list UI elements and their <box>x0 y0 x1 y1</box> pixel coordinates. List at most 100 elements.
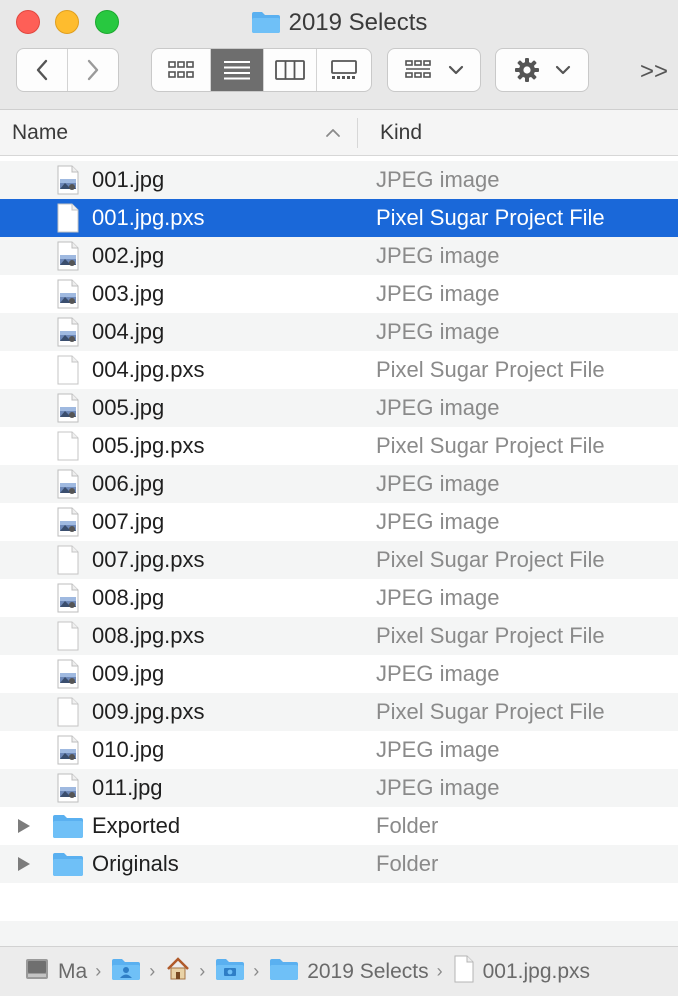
back-button[interactable] <box>17 49 68 91</box>
column-view-button[interactable] <box>264 49 317 91</box>
list-view-button[interactable] <box>211 49 264 91</box>
file-name: 004.jpg <box>92 319 165 344</box>
row-icon <box>56 203 80 233</box>
gear-icon <box>515 58 539 82</box>
finder-window: 2019 Selects >> Name Kind 001.jpg JPEG i… <box>0 0 678 996</box>
folder-icon <box>251 10 281 43</box>
window-title: 2019 Selects <box>0 7 678 39</box>
file-name: 002.jpg <box>92 243 165 268</box>
file-kind: Folder <box>376 851 439 876</box>
path-segment[interactable] <box>215 957 245 987</box>
jpeg-file-icon <box>57 583 79 613</box>
path-segment[interactable]: 2019 Selects <box>269 957 429 987</box>
path-segment-label: Ma <box>58 959 88 983</box>
chevron-left-icon <box>36 59 48 81</box>
folder-icon <box>53 853 83 876</box>
row-icon <box>56 621 80 651</box>
file-row[interactable]: 007.jpg.pxs Pixel Sugar Project File <box>0 541 678 579</box>
chevron-right-icon <box>87 59 99 81</box>
path-segment[interactable] <box>111 957 141 987</box>
file-row[interactable]: 002.jpg JPEG image <box>0 237 678 275</box>
row-icon <box>56 279 80 309</box>
file-kind: Pixel Sugar Project File <box>376 433 605 458</box>
file-name: 005.jpg.pxs <box>92 433 205 458</box>
file-row[interactable]: 011.jpg JPEG image <box>0 769 678 807</box>
jpeg-file-icon <box>57 279 79 309</box>
file-name: 004.jpg.pxs <box>92 357 205 382</box>
path-segment-label: 001.jpg.pxs <box>482 959 591 983</box>
list-header: Name Kind <box>0 110 678 156</box>
forward-button[interactable] <box>68 49 118 91</box>
file-kind: Pixel Sugar Project File <box>376 357 605 382</box>
file-name: Originals <box>92 851 179 876</box>
pictures-folder-icon <box>215 957 245 987</box>
path-segment[interactable] <box>165 956 191 988</box>
file-row[interactable]: 005.jpg JPEG image <box>0 389 678 427</box>
file-row[interactable]: 004.jpg.pxs Pixel Sugar Project File <box>0 351 678 389</box>
jpeg-file-icon <box>57 507 79 537</box>
folder-row[interactable]: Exported Folder <box>0 807 678 845</box>
file-row[interactable]: 008.jpg JPEG image <box>0 579 678 617</box>
file-name: 008.jpg.pxs <box>92 623 205 648</box>
row-icon <box>56 545 80 575</box>
file-row[interactable]: 010.jpg JPEG image <box>0 731 678 769</box>
chevron-down-icon <box>448 65 464 75</box>
row-icon <box>56 393 80 423</box>
row-icon <box>56 317 80 347</box>
file-row[interactable]: 009.jpg JPEG image <box>0 655 678 693</box>
file-name: 003.jpg <box>92 281 165 306</box>
file-row[interactable]: 001.jpg.pxs Pixel Sugar Project File <box>0 199 678 237</box>
document-icon <box>57 431 79 461</box>
file-kind: JPEG image <box>376 509 500 534</box>
file-name: 008.jpg <box>92 585 165 610</box>
path-segment[interactable]: Ma <box>24 956 87 988</box>
disclosure-triangle-icon[interactable] <box>18 819 30 833</box>
path-segment[interactable]: 001.jpg.pxs <box>453 955 590 989</box>
file-kind: JPEG image <box>376 319 500 344</box>
column-header-kind[interactable]: Kind <box>380 121 422 145</box>
file-name: 009.jpg.pxs <box>92 699 205 724</box>
list-view-icon <box>224 61 250 80</box>
path-separator-icon: › <box>149 961 156 981</box>
file-row[interactable]: 006.jpg JPEG image <box>0 465 678 503</box>
file-row[interactable]: 005.jpg.pxs Pixel Sugar Project File <box>0 427 678 465</box>
hard-drive-icon <box>24 956 50 988</box>
icon-view-button[interactable] <box>152 49 211 91</box>
file-name: 001.jpg.pxs <box>92 205 205 230</box>
file-row[interactable]: 004.jpg JPEG image <box>0 313 678 351</box>
column-divider[interactable] <box>357 118 358 148</box>
toolbar-overflow-button[interactable]: >> <box>640 58 668 86</box>
file-row[interactable]: 007.jpg JPEG image <box>0 503 678 541</box>
row-icon <box>56 241 80 271</box>
file-row[interactable]: 008.jpg.pxs Pixel Sugar Project File <box>0 617 678 655</box>
row-icon <box>52 851 84 882</box>
group-by-button[interactable] <box>387 48 481 92</box>
view-mode-selector <box>151 48 372 92</box>
row-icon <box>56 697 80 727</box>
gallery-view-button[interactable] <box>317 49 371 91</box>
file-kind: JPEG image <box>376 243 500 268</box>
column-view-icon <box>275 60 305 80</box>
gallery-view-icon <box>331 60 357 79</box>
column-header-name[interactable]: Name <box>12 121 68 145</box>
file-row[interactable]: 003.jpg JPEG image <box>0 275 678 313</box>
action-menu-button[interactable] <box>495 48 589 92</box>
chevron-down-icon <box>555 65 571 75</box>
file-name: 006.jpg <box>92 471 165 496</box>
file-kind: Pixel Sugar Project File <box>376 547 605 572</box>
folder-row[interactable]: Originals Folder <box>0 845 678 883</box>
file-name: 007.jpg.pxs <box>92 547 205 572</box>
file-row[interactable]: 001.jpg JPEG image <box>0 161 678 199</box>
folder-icon <box>269 957 299 987</box>
document-icon <box>57 621 79 651</box>
file-row[interactable]: 009.jpg.pxs Pixel Sugar Project File <box>0 693 678 731</box>
row-icon <box>56 355 80 385</box>
file-kind: JPEG image <box>376 167 500 192</box>
disclosure-triangle-icon[interactable] <box>18 857 30 871</box>
jpeg-file-icon <box>57 773 79 803</box>
window-title-text: 2019 Selects <box>288 9 428 36</box>
icon-view-icon <box>168 61 194 78</box>
file-kind: JPEG image <box>376 585 500 610</box>
file-kind: JPEG image <box>376 775 500 800</box>
row-icon <box>56 735 80 765</box>
